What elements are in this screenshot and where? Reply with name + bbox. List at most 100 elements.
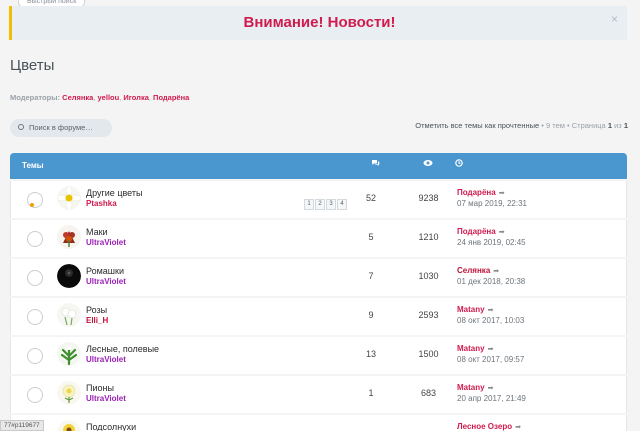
topic-views: 9238: [418, 193, 439, 203]
moderator-link[interactable]: yellou: [98, 93, 120, 102]
topic-author-link[interactable]: UltraViolet: [86, 355, 126, 364]
last-post-author-link[interactable]: Подарёна: [457, 188, 496, 197]
topics-header-title: Темы: [22, 161, 44, 170]
goto-last-post-icon[interactable]: ➡: [515, 424, 521, 431]
topic-views: 1500: [418, 349, 439, 359]
wildflower-icon: [57, 342, 81, 366]
news-notice: Внимание! Новости! ×: [9, 6, 627, 40]
clock-icon: [455, 159, 463, 169]
topic-row: Ромашки UltraViolet 7 1030 Селянка ➡ 01 д…: [10, 259, 627, 296]
topic-row: Другие цветы Ptashka 1234 52 9238 Подарё…: [10, 181, 627, 218]
pagination-info: Отметить все темы как прочтенные • 9 тем…: [415, 121, 628, 130]
close-icon[interactable]: ×: [611, 12, 618, 26]
status-bar-url: 77#p119677: [0, 420, 44, 431]
last-post-author: Подарёна ➡: [457, 227, 505, 236]
mini-page-link[interactable]: 2: [315, 199, 325, 210]
moderator-link[interactable]: Иголка: [123, 93, 149, 102]
topic-author-link[interactable]: Ptashka: [86, 199, 117, 208]
topic-views: 683: [420, 388, 437, 398]
moderator-link[interactable]: Подарёна: [153, 93, 189, 102]
topic-title-link[interactable]: Другие цветы: [86, 188, 142, 198]
goto-last-post-icon[interactable]: ➡: [493, 268, 499, 275]
topic-title-link[interactable]: Пионы: [86, 383, 114, 393]
mini-page-link[interactable]: 3: [326, 199, 336, 210]
goto-last-post-icon[interactable]: ➡: [499, 229, 505, 236]
daisy-icon: [57, 186, 81, 210]
topic-title-link[interactable]: Ромашки: [86, 266, 124, 276]
topics-header: Темы: [10, 153, 627, 179]
topic-row: Розы Elli_H 9 2593 Matany ➡ 08 окт 2017, …: [10, 298, 627, 335]
search-icon: [18, 124, 24, 130]
mark-all-read-link[interactable]: Отметить все темы как прочтенные: [415, 121, 539, 130]
page-title: Цветы: [10, 57, 55, 74]
eye-icon: [423, 159, 433, 169]
topic-title-link[interactable]: Лесные, полевые: [86, 344, 159, 354]
topic-title-link[interactable]: Подсолнухи: [86, 422, 136, 431]
last-post-author: Matany ➡: [457, 305, 493, 314]
last-post-author-link[interactable]: Matany: [457, 383, 485, 392]
goto-last-post-icon[interactable]: ➡: [488, 307, 494, 314]
topics-table: Темы Другие цветы Ptashka 1234 52 9238 П…: [10, 153, 627, 431]
topic-row: Подсолнухи Лесное Озеро ➡: [10, 415, 627, 431]
topic-views: 2593: [418, 310, 439, 320]
page-total: 1: [623, 121, 628, 130]
goto-last-post-icon[interactable]: ➡: [499, 190, 505, 197]
topic-replies: 5: [368, 232, 374, 242]
topic-row: Пионы UltraViolet 1 683 Matany ➡ 20 апр 2…: [10, 376, 627, 413]
mini-page-link[interactable]: 1: [304, 199, 314, 210]
chamomile-icon: [57, 264, 81, 288]
sunflower-icon: [57, 420, 81, 431]
topic-author-link[interactable]: Elli_H: [86, 316, 108, 325]
topic-views: 1030: [418, 271, 439, 281]
last-post-author: Matany ➡: [457, 344, 493, 353]
topic-replies: 9: [368, 310, 374, 320]
poppy-icon: [57, 225, 81, 249]
last-post-author: Matany ➡: [457, 383, 493, 392]
topic-replies: 7: [368, 271, 374, 281]
topic-title-link[interactable]: Маки: [86, 227, 108, 237]
topic-row: Маки UltraViolet 5 1210 Подарёна ➡ 24 янв…: [10, 220, 627, 257]
topic-title-link[interactable]: Розы: [86, 305, 107, 315]
topic-status-icon: [27, 348, 43, 364]
topic-author-link[interactable]: UltraViolet: [86, 238, 126, 247]
peony-icon: [57, 381, 81, 405]
last-post-author: Лесное Озеро ➡: [457, 422, 521, 431]
last-post-author-link[interactable]: Лесное Озеро: [457, 422, 512, 431]
topic-replies: 52: [365, 193, 376, 203]
last-post-author: Подарёна ➡: [457, 188, 505, 197]
goto-last-post-icon[interactable]: ➡: [488, 346, 494, 353]
topic-status-icon: [27, 231, 43, 247]
topic-replies: 1: [368, 388, 374, 398]
forum-search-input[interactable]: Поиск в форуме…: [10, 119, 112, 137]
last-post-date: 07 мар 2019, 22:31: [457, 199, 528, 208]
page-of: из: [614, 121, 622, 130]
last-post-date: 08 окт 2017, 10:03: [457, 316, 525, 325]
last-post-author-link[interactable]: Matany: [457, 305, 485, 314]
topic-replies: 13: [365, 349, 376, 359]
page-label: Страница: [571, 121, 606, 130]
moderators-line: Модераторы: Селянка, yellou, Иголка, Под…: [10, 93, 190, 102]
topic-status-icon: [27, 309, 43, 325]
topic-views: 1210: [418, 232, 439, 242]
moderator-link[interactable]: Селянка: [62, 93, 93, 102]
last-post-author: Селянка ➡: [457, 266, 499, 275]
comments-icon: [371, 159, 380, 169]
search-placeholder: Поиск в форуме…: [29, 123, 93, 132]
topic-author-link[interactable]: UltraViolet: [86, 394, 126, 403]
last-post-date: 24 янв 2019, 02:45: [457, 238, 526, 247]
topic-row: Лесные, полевые UltraViolet 13 1500 Mata…: [10, 337, 627, 374]
last-post-author-link[interactable]: Селянка: [457, 266, 490, 275]
topics-count: 9 тем: [546, 121, 565, 130]
goto-last-post-icon[interactable]: ➡: [488, 385, 494, 392]
moderators-label: Модераторы:: [10, 93, 61, 102]
notice-text: Внимание! Новости!: [243, 14, 396, 31]
page-current: 1: [607, 121, 612, 130]
last-post-date: 01 дек 2018, 20:38: [457, 277, 526, 286]
last-post-date: 08 окт 2017, 09:57: [457, 355, 525, 364]
last-post-author-link[interactable]: Подарёна: [457, 227, 496, 236]
last-post-date: 20 апр 2017, 21:49: [457, 394, 526, 403]
last-post-author-link[interactable]: Matany: [457, 344, 485, 353]
topic-status-icon: [27, 387, 43, 403]
topic-author-link[interactable]: UltraViolet: [86, 277, 126, 286]
topic-status-icon: [27, 192, 43, 208]
